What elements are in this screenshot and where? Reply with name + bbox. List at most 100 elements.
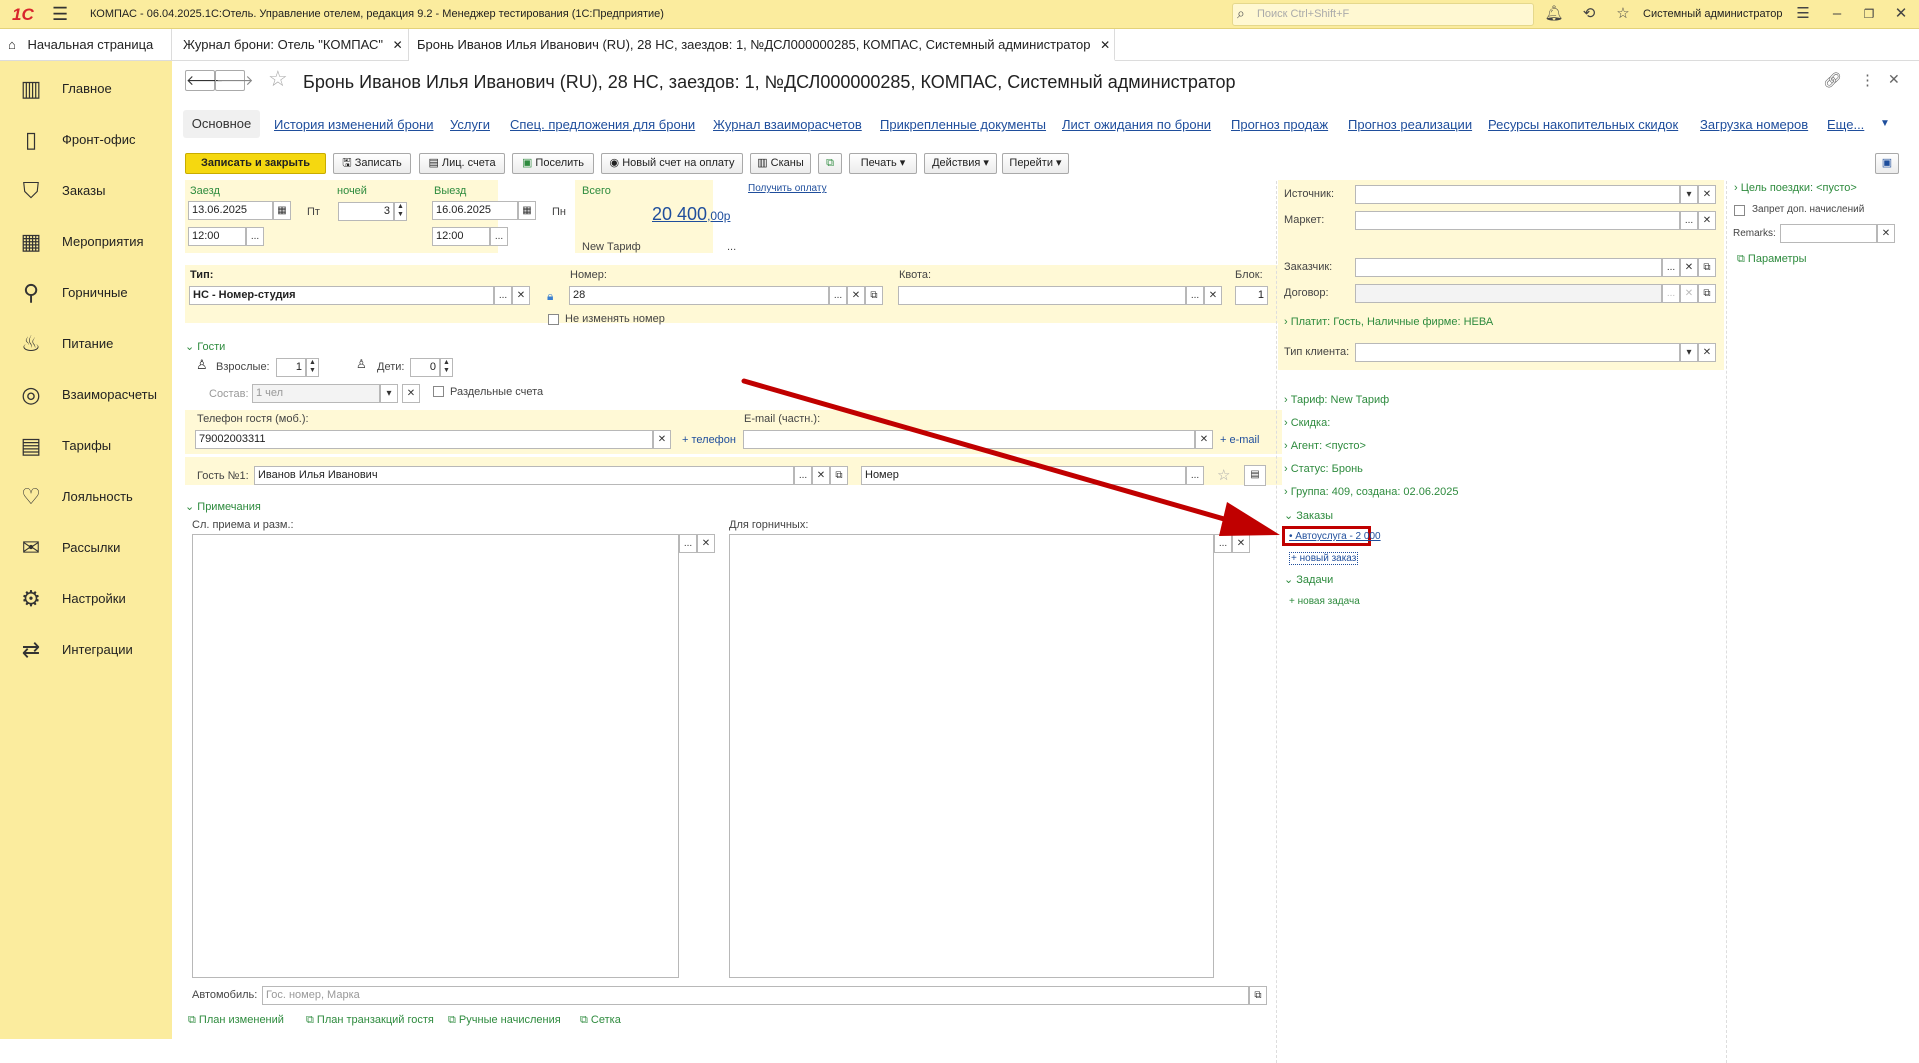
bell-icon[interactable]: 🔔︎ [1543, 3, 1565, 25]
goto-button[interactable]: Перейти ▾ [1002, 153, 1069, 174]
nights-input[interactable]: 3 [338, 202, 394, 221]
star-icon[interactable]: ☆ [1612, 3, 1634, 25]
room-number-input[interactable]: 28 [569, 286, 829, 305]
room-number-open[interactable]: ⧉ [865, 286, 883, 305]
change-plan-link[interactable]: ⧉ План изменений [188, 1014, 284, 1027]
client-type-select[interactable]: ▾ [1680, 343, 1698, 362]
composition-clear[interactable]: ✕ [402, 384, 420, 403]
tab-room-load[interactable]: Загрузка номеров [1700, 117, 1808, 132]
minimize-icon[interactable]: – [1826, 3, 1848, 25]
source-clear[interactable]: ✕ [1698, 185, 1716, 204]
history-icon[interactable]: ⟲ [1578, 3, 1600, 25]
room-type-select[interactable]: ... [494, 286, 512, 305]
quota-input[interactable] [898, 286, 1186, 305]
lock-icon[interactable]: 🔒︎ [547, 289, 553, 304]
sidebar-item-main[interactable]: ▥ Главное [0, 67, 172, 111]
arrival-time-input[interactable]: 12:00 [188, 227, 246, 246]
guest-card-button[interactable]: ▤ [1244, 465, 1266, 486]
customer-select[interactable]: ... [1662, 258, 1680, 277]
children-stepper[interactable]: ▲ ▼ [440, 358, 453, 377]
scans-button[interactable]: ▥ Сканы [750, 153, 811, 174]
reception-notes-clear[interactable]: ✕ [697, 534, 715, 553]
separate-accounts-checkbox[interactable] [433, 386, 444, 397]
form-settings-button[interactable]: ▣ [1875, 153, 1899, 174]
client-type-clear[interactable]: ✕ [1698, 343, 1716, 362]
market-input[interactable] [1355, 211, 1680, 230]
composition-select[interactable]: ▾ [380, 384, 398, 403]
sidebar-item-events[interactable]: ▦ Мероприятия [0, 220, 172, 264]
email-input[interactable] [743, 430, 1195, 449]
departure-time-select[interactable]: ... [490, 227, 508, 246]
departure-time-input[interactable]: 12:00 [432, 227, 490, 246]
room-number-clear[interactable]: ✕ [847, 286, 865, 305]
tab-close-icon[interactable]: ✕ [393, 38, 403, 52]
composition-input[interactable]: 1 чел [252, 384, 380, 403]
guest-room-input[interactable]: Номер [861, 466, 1186, 485]
get-payment-link[interactable]: Получить оплату [748, 183, 827, 194]
tab-history[interactable]: История изменений брони [274, 117, 434, 132]
car-input[interactable]: Гос. номер, Марка [262, 986, 1249, 1005]
contract-input[interactable] [1355, 284, 1662, 303]
maids-notes-textarea[interactable] [729, 534, 1214, 978]
source-select[interactable]: ▾ [1680, 185, 1698, 204]
total-amount[interactable]: 20 400,00р [652, 204, 730, 225]
params-link[interactable]: ⧉ Параметры [1737, 253, 1807, 266]
no-extra-charges-checkbox[interactable] [1734, 205, 1745, 216]
chevron-down-icon[interactable]: ▼ [1880, 118, 1890, 129]
sidebar-item-mailing[interactable]: ✉ Рассылки [0, 526, 172, 570]
sidebar-item-loyalty[interactable]: ♡ Лояльность [0, 475, 172, 519]
source-input[interactable] [1355, 185, 1680, 204]
save-button[interactable]: 🖫 Записать [333, 153, 411, 174]
accounts-button[interactable]: ▤ Лиц. счета [419, 153, 505, 174]
order-item-link[interactable]: • Автоуслуга - 2 000 [1289, 531, 1381, 542]
market-select[interactable]: ... [1680, 211, 1698, 230]
status-toggle[interactable]: › Статус: Бронь [1284, 463, 1363, 475]
quota-clear[interactable]: ✕ [1204, 286, 1222, 305]
tab-realization-forecast[interactable]: Прогноз реализации [1348, 117, 1472, 132]
guest-open[interactable]: ⧉ [830, 466, 848, 485]
settings-menu-icon[interactable]: ☰ [1792, 3, 1814, 25]
tab-waiting-list[interactable]: Лист ожидания по брони [1062, 117, 1211, 132]
children-input[interactable]: 0 [410, 358, 440, 377]
no-change-room-checkbox[interactable] [548, 314, 559, 325]
contract-select[interactable]: ... [1662, 284, 1680, 303]
tab-main[interactable]: Основное [183, 110, 260, 138]
arrival-date-input[interactable]: 13.06.2025 [188, 201, 273, 220]
tab-close-icon[interactable]: ✕ [1100, 38, 1110, 52]
arrival-time-select[interactable]: ... [246, 227, 264, 246]
new-order-link[interactable]: + новый заказ [1289, 552, 1359, 565]
restore-icon[interactable]: ❐ [1858, 3, 1880, 25]
guest-input[interactable]: Иванов Илья Иванович [254, 466, 794, 485]
reception-notes-select[interactable]: ... [679, 534, 697, 553]
sidebar-item-settings[interactable]: ⚙ Настройки [0, 577, 172, 621]
favorite-star-icon[interactable]: ☆ [268, 66, 288, 92]
sidebar-item-orders[interactable]: ⛉ Заказы [0, 169, 172, 213]
tab-sales-forecast[interactable]: Прогноз продаж [1231, 117, 1328, 132]
sidebar-item-front-office[interactable]: ▯ Фронт-офис [0, 118, 172, 162]
remarks-input[interactable] [1780, 224, 1877, 243]
tariff-toggle[interactable]: › Тариф: New Тариф [1284, 394, 1389, 406]
print-button[interactable]: Печать ▾ [849, 153, 917, 174]
block-input[interactable]: 1 [1235, 286, 1268, 305]
adults-stepper[interactable]: ▲ ▼ [306, 358, 319, 377]
tab-settlements-journal[interactable]: Журнал взаиморасчетов [713, 117, 862, 132]
payer-toggle[interactable]: › Платит: Гость, Наличные фирме: НЕВА [1284, 316, 1493, 328]
tab-special-offers[interactable]: Спец. предложения для брони [510, 117, 695, 132]
remarks-clear[interactable]: ✕ [1877, 224, 1895, 243]
grid-link[interactable]: ⧉ Сетка [580, 1014, 621, 1027]
orders-section-toggle[interactable]: ⌄ Заказы [1284, 509, 1333, 522]
contract-open[interactable]: ⧉ [1698, 284, 1716, 303]
guest-room-select[interactable]: ... [1186, 466, 1204, 485]
copy-button[interactable]: ⧉ [818, 153, 842, 174]
nights-stepper[interactable]: ▲ ▼ [394, 202, 407, 221]
sidebar-item-settlements[interactable]: ◎ Взаиморасчеты [0, 373, 172, 417]
discount-toggle[interactable]: › Скидка: [1284, 417, 1330, 429]
sidebar-item-integrations[interactable]: ⇄ Интеграции [0, 628, 172, 672]
sidebar-item-maids[interactable]: ⚲ Горничные [0, 271, 172, 315]
client-type-input[interactable] [1355, 343, 1680, 362]
trip-purpose-toggle[interactable]: › Цель поездки: <пусто> [1734, 182, 1857, 194]
link-icon[interactable]: 🔗︎ [1823, 71, 1842, 89]
user-name[interactable]: Системный администратор [1643, 8, 1783, 20]
room-type-input[interactable]: НС - Номер-студия [189, 286, 494, 305]
customer-clear[interactable]: ✕ [1680, 258, 1698, 277]
